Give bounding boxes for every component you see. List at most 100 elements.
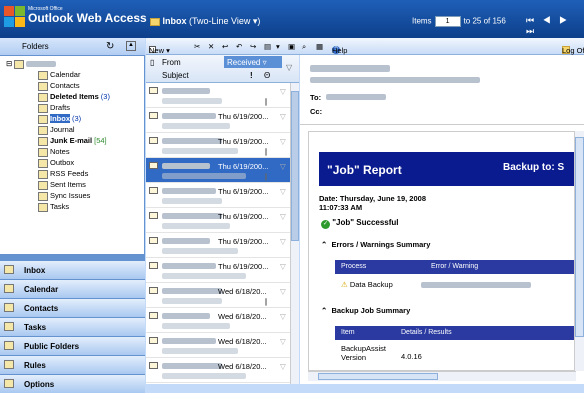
sender-redacted xyxy=(162,363,222,369)
attachment-icon: ∥ xyxy=(264,97,268,106)
reading-scrollbar[interactable] xyxy=(574,131,584,371)
help-label: Help xyxy=(332,46,348,55)
flag-icon[interactable]: ▽ xyxy=(280,112,286,121)
flag-icon[interactable]: ▽ xyxy=(280,287,286,296)
message-row[interactable]: Thu 6/19/200... ▽ xyxy=(146,108,290,133)
backup-section-header[interactable]: ⌃ Backup Job Summary xyxy=(321,306,410,315)
flag-icon[interactable]: ▽ xyxy=(280,212,286,221)
folder-item-journal[interactable]: Journal xyxy=(38,125,75,136)
list-scrollbar[interactable] xyxy=(290,83,299,384)
nav-button-public-folders[interactable]: Public Folders xyxy=(0,336,145,355)
find-icon[interactable]: ⌕ xyxy=(302,42,306,52)
folder-item-sent-items[interactable]: Sent Items xyxy=(38,180,86,191)
new-label: New ▾ xyxy=(149,46,170,55)
backup-section-title: Backup Job Summary xyxy=(331,306,411,315)
message-date: Wed 6/18/20... xyxy=(218,337,267,346)
list-scroll-thumb[interactable] xyxy=(291,91,299,241)
message-row[interactable]: ▽ ∥ xyxy=(146,83,290,108)
folder-item-rss-feeds[interactable]: RSS Feeds xyxy=(38,169,88,180)
nav-button-contacts[interactable]: Contacts xyxy=(0,298,145,317)
message-row[interactable]: Thu 6/19/200... ▽ xyxy=(146,258,290,283)
errors-section-header[interactable]: ⌃ Errors / Warnings Summary xyxy=(321,240,430,249)
flag-icon[interactable]: ▽ xyxy=(280,362,286,371)
delete-icon[interactable]: ✕ xyxy=(208,42,214,51)
collapse-icon[interactable]: ▲ xyxy=(126,41,136,51)
col-received[interactable]: Received ▿ xyxy=(224,56,282,68)
message-row[interactable]: Thu 6/19/200... ▽ ∥ xyxy=(146,158,290,183)
flag-icon[interactable]: ▽ xyxy=(280,262,286,271)
envelope-icon xyxy=(149,212,158,219)
nav-button-calendar[interactable]: Calendar xyxy=(0,279,145,298)
folder-label: Inbox xyxy=(50,114,70,123)
report-time: 11:07:33 AM xyxy=(319,203,363,212)
folder-item-calendar[interactable]: Calendar xyxy=(38,70,80,81)
col-subject[interactable]: Subject xyxy=(162,71,189,80)
folder-item-contacts[interactable]: Contacts xyxy=(38,81,80,92)
message-row[interactable]: Wed 6/18/20... ▽ xyxy=(146,308,290,333)
address-book-icon[interactable]: ▣ xyxy=(288,42,295,51)
folder-item-notes[interactable]: Notes xyxy=(38,147,70,158)
reply-icon[interactable]: ↩ xyxy=(222,42,228,51)
envelope-icon xyxy=(149,337,158,344)
message-row[interactable]: Thu 6/19/200... ▽ ∥ xyxy=(146,133,290,158)
view-dropdown-icon[interactable]: ▾ xyxy=(276,42,280,51)
forward-icon[interactable]: ↪ xyxy=(250,42,256,51)
folder-item-deleted-items[interactable]: Deleted Items (3) xyxy=(38,92,110,103)
col-from[interactable]: From xyxy=(162,58,181,67)
nav-button-rules[interactable]: Rules xyxy=(0,355,145,374)
reading-h-scroll-thumb[interactable] xyxy=(318,373,438,380)
message-row[interactable]: Wed 6/18/20... ▽ xyxy=(146,333,290,358)
move-icon[interactable]: ✂ xyxy=(194,42,200,51)
reading-scroll-thumb[interactable] xyxy=(575,137,584,337)
folder-item-tasks[interactable]: Tasks xyxy=(38,202,69,213)
subject-redacted xyxy=(162,123,230,129)
page-number-input[interactable] xyxy=(434,16,461,27)
message-date: Thu 6/19/200... xyxy=(218,262,269,271)
collapse-section-icon[interactable]: ⌃ xyxy=(321,240,327,249)
flag-icon[interactable]: ▽ xyxy=(280,137,286,146)
col-importance[interactable]: ! xyxy=(250,71,253,80)
mailbox-root[interactable]: ⊟ xyxy=(6,59,57,70)
flag-icon[interactable]: ▽ xyxy=(280,312,286,321)
flag-icon[interactable]: ▽ xyxy=(280,187,286,196)
folder-icon xyxy=(38,147,48,157)
message-row[interactable]: Wed 6/18/20... ▽ ∥ xyxy=(146,283,290,308)
sender-redacted xyxy=(162,263,216,269)
expand-icon[interactable]: ⊟ xyxy=(6,59,12,68)
view-icon[interactable]: ▤ xyxy=(264,42,271,51)
flag-icon[interactable]: ▽ xyxy=(280,162,286,171)
collapse-section-icon[interactable]: ⌃ xyxy=(321,306,327,315)
folder-item-outbox[interactable]: Outbox xyxy=(38,158,74,169)
folder-label: Drafts xyxy=(50,103,71,112)
view-mode-dropdown[interactable]: (Two-Line View ▾) xyxy=(189,16,260,26)
message-row[interactable]: Thu 6/19/200... ▽ xyxy=(146,233,290,258)
flag-icon[interactable]: ▽ xyxy=(280,337,286,346)
reading-h-scrollbar[interactable] xyxy=(308,371,576,381)
nav-button-tasks[interactable]: Tasks xyxy=(0,317,145,336)
print-icon[interactable]: ▦ xyxy=(316,42,323,51)
sender-redacted xyxy=(162,188,216,194)
outlook-logo: Microsoft Office Outlook Web Access xyxy=(4,6,150,32)
folder-item-junk-e-mail[interactable]: Junk E-mail [54] xyxy=(38,136,107,147)
sender-redacted xyxy=(162,163,210,169)
nav-button-inbox[interactable]: Inbox xyxy=(0,260,145,279)
errors-section-title: Errors / Warnings Summary xyxy=(331,240,431,249)
refresh-icon[interactable]: ↻ xyxy=(106,41,114,52)
message-row[interactable]: Thu 6/19/200... ▽ xyxy=(146,208,290,233)
folder-label: Sync Issues xyxy=(50,191,91,200)
folder-count: (3) xyxy=(72,114,82,123)
folder-item-inbox[interactable]: Inbox (3) xyxy=(38,114,81,125)
col-attachment[interactable]: Θ xyxy=(264,71,270,80)
flag-icon[interactable]: ▽ xyxy=(280,237,286,246)
flag-icon[interactable]: ▽ xyxy=(280,87,286,96)
pager-buttons[interactable]: ⏮ ◀ ▶ ⏭ xyxy=(526,15,584,37)
flag-header-icon[interactable]: ▽ xyxy=(286,63,292,72)
reply-all-icon[interactable]: ↶ xyxy=(236,42,242,51)
folder-item-drafts[interactable]: Drafts xyxy=(38,103,70,114)
items-range: to 25 of 156 xyxy=(463,16,506,26)
subject-redacted xyxy=(310,65,390,72)
message-row[interactable]: Thu 6/19/200... ▽ xyxy=(146,183,290,208)
folder-label: Journal xyxy=(50,125,75,134)
folder-item-sync-issues[interactable]: Sync Issues xyxy=(38,191,90,202)
message-row[interactable]: Wed 6/18/20... ▽ xyxy=(146,358,290,383)
